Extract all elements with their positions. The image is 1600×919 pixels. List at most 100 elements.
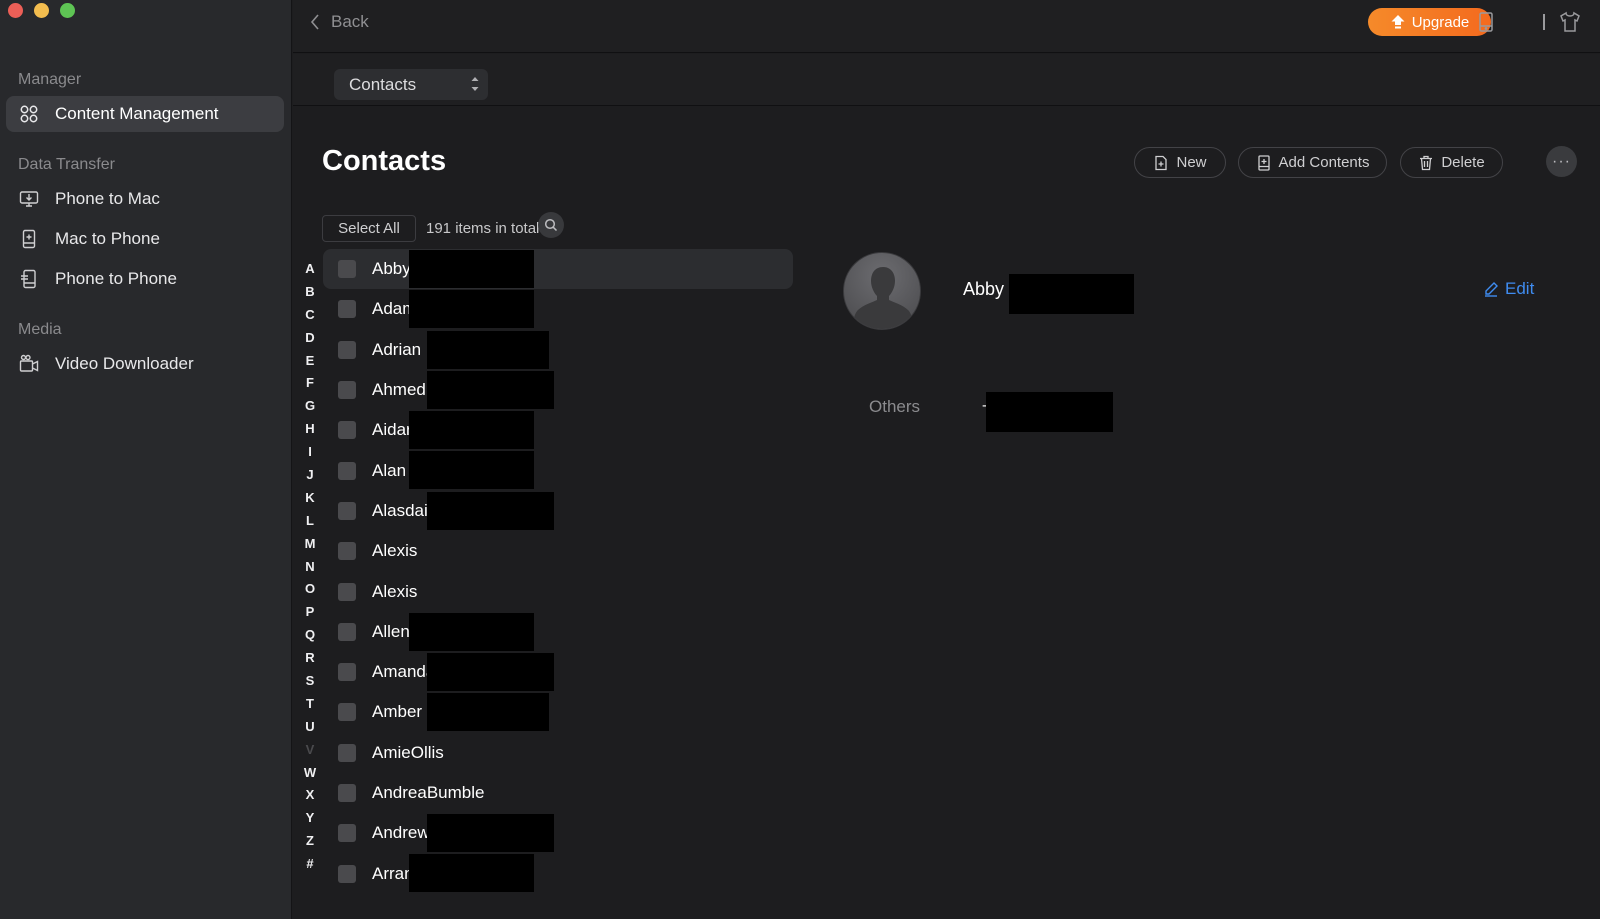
sidebar-item-label: Phone to Mac [55,189,160,208]
delete-button[interactable]: Delete [1400,147,1503,178]
contact-row[interactable]: Andrew [323,813,793,853]
maximize-window-button[interactable] [60,3,75,18]
back-label: Back [331,12,369,31]
video-camera-icon [18,353,40,375]
contact-checkbox[interactable] [338,622,356,641]
contact-checkbox[interactable] [338,421,356,440]
alphabet-index-letter[interactable]: N [305,556,314,579]
contact-name: Adrian [372,339,422,359]
redacted-block [409,250,534,288]
person-silhouette-icon [853,267,913,329]
sidebar-item-phone-to-mac[interactable]: Phone to Mac [6,181,284,217]
redacted-block [427,814,554,853]
alphabet-index-letter[interactable]: Y [306,807,315,830]
contact-checkbox[interactable] [338,663,356,682]
contact-row[interactable]: Amber [323,692,793,732]
contact-checkbox[interactable] [338,743,356,762]
contact-row[interactable]: Alexis [323,531,793,571]
contact-checkbox[interactable] [338,542,356,561]
alphabet-index-letter[interactable]: C [305,304,314,327]
tshirt-icon[interactable] [1558,10,1582,34]
contact-checkbox[interactable] [338,824,356,843]
page-title: Contacts [322,145,447,177]
minimize-window-button[interactable] [34,3,49,18]
contact-row[interactable]: Allen [323,612,793,652]
contact-row[interactable]: AndreaBumble [323,773,793,813]
alphabet-index-letter[interactable]: R [305,647,314,670]
contact-checkbox[interactable] [338,784,356,802]
trash-icon [1420,155,1433,170]
alphabet-index-letter[interactable]: U [305,716,314,739]
sidebar-item-phone-to-phone[interactable]: Phone to Phone [6,261,284,297]
back-button[interactable]: Back [309,12,369,32]
alphabet-index-letter[interactable]: T [306,693,314,716]
device-icon[interactable] [1474,10,1498,34]
contact-row[interactable]: AmieOllis [323,733,793,773]
contact-checkbox[interactable] [338,582,356,601]
alphabet-index-letter[interactable]: E [306,350,315,373]
contact-row[interactable]: Alasdair [323,491,793,531]
alphabet-index-letter: V [305,741,315,757]
contact-checkbox[interactable] [338,340,356,359]
alphabet-index-letter[interactable]: H [305,418,314,441]
contact-checkbox[interactable] [338,864,356,883]
category-select[interactable]: Contacts [334,69,488,100]
contact-checkbox[interactable] [338,703,356,722]
search-button[interactable] [538,212,564,238]
select-all-button[interactable]: Select All [322,215,416,242]
new-button[interactable]: New [1134,147,1226,178]
contact-row[interactable]: Alan [323,450,793,490]
contact-row[interactable]: Aidar [323,410,793,450]
alphabet-index-letter[interactable]: B [305,281,314,304]
toolbar-divider [1543,14,1545,30]
close-window-button[interactable] [8,3,23,18]
edit-button[interactable]: Edit [1483,279,1534,299]
alphabet-index-letter[interactable]: W [304,762,316,785]
contact-checkbox[interactable] [338,260,356,279]
alphabet-index-letter[interactable]: K [305,487,314,510]
alphabet-index-letter[interactable]: # [306,853,313,876]
contact-checkbox[interactable] [338,461,356,480]
contact-checkbox[interactable] [338,300,356,319]
sidebar-item-content-management[interactable]: Content Management [6,96,284,132]
sidebar-item-mac-to-phone[interactable]: Mac to Phone [6,221,284,257]
alphabet-index-letter[interactable]: G [305,395,315,418]
alphabet-index-letter[interactable]: Q [305,624,315,647]
alphabet-index-letter[interactable]: S [306,670,315,693]
phone-plus-icon [18,228,40,250]
add-contents-button[interactable]: Add Contents [1238,147,1387,178]
alphabet-index-letter[interactable]: O [305,578,315,601]
redacted-block [409,612,534,651]
contact-row[interactable]: Ahmed [323,370,793,410]
alphabet-index-letter[interactable]: M [305,533,316,556]
alphabet-index-letter[interactable]: J [306,464,313,487]
alphabet-index-letter[interactable]: D [305,327,314,350]
phone-transfer-icon [18,268,40,290]
contact-row[interactable]: Abby [323,249,793,290]
alphabet-index-letter[interactable]: L [306,510,314,533]
contact-name: Aidar [372,420,412,440]
upgrade-button[interactable]: Upgrade [1368,8,1491,36]
sidebar-section-media: Media [18,321,62,338]
alphabet-index-letter[interactable]: F [306,372,314,395]
main-content: Contacts New Add Contents Delete ··· Sel… [293,107,1600,919]
contact-row[interactable]: Adrian [323,330,793,370]
contact-name: AndreaBumble [372,783,485,802]
contact-row[interactable]: Adam [323,289,793,329]
contact-row[interactable]: Amanda [323,652,793,692]
avatar [843,252,921,330]
alphabet-index-letter[interactable]: A [305,258,314,281]
contact-checkbox[interactable] [338,381,356,400]
contact-row[interactable]: Alexis [323,571,793,611]
contact-checkbox[interactable] [338,501,356,520]
sidebar-section-data-transfer: Data Transfer [18,156,115,173]
alphabet-index-letter[interactable]: I [308,441,312,464]
sidebar-section-manager: Manager [18,71,82,88]
alphabet-index-letter[interactable]: P [306,601,315,624]
alphabet-index-letter[interactable]: Z [306,830,314,853]
contact-row[interactable]: Arran [323,853,793,893]
sidebar-item-video-downloader[interactable]: Video Downloader [6,346,284,382]
pencil-icon [1485,282,1498,297]
alphabet-index-letter[interactable]: X [306,784,315,807]
more-options-button[interactable]: ··· [1546,146,1577,177]
